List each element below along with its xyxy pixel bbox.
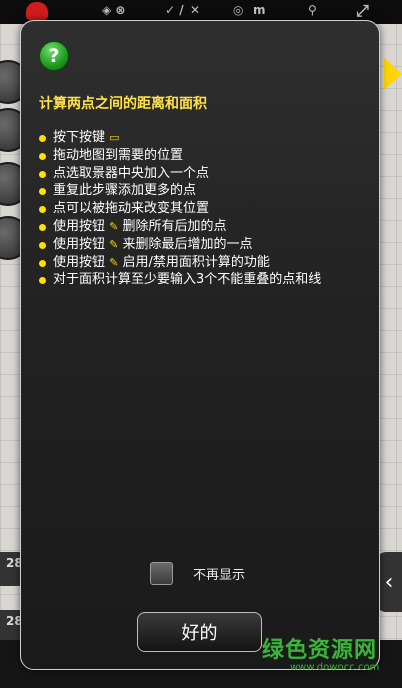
app-logo-icon	[26, 2, 48, 20]
unit-label: m	[253, 3, 266, 17]
list-item: 使用按钮 ✎ 来删除最后增加的一点	[39, 236, 359, 254]
instruction-list: 按下按键 ▭ 拖动地图到需要的位置 点选取景器中央加入一个点 重复此步骤添加更多…	[39, 129, 359, 289]
list-item: 按下按键 ▭	[39, 129, 359, 147]
check-slash-indicator: ✓ /	[165, 3, 184, 17]
watermark-url: www.downcc.com	[290, 662, 380, 673]
area-toggle-icon: ✎	[109, 255, 119, 269]
list-item: 拖动地图到需要的位置	[39, 147, 359, 165]
target-icon: ◎	[233, 3, 244, 17]
fullscreen-icon[interactable]: ⤢	[356, 1, 369, 21]
undo-last-icon: ✎	[109, 237, 119, 251]
list-item: 使用按钮 ✎ 启用/禁用面积计算的功能	[39, 254, 359, 272]
ruler-icon: ▭	[109, 131, 120, 144]
ok-button[interactable]: 好的	[137, 612, 262, 652]
question-mark-icon: ?	[39, 41, 69, 71]
list-item: 对于面积计算至少要输入3个不能重叠的点和线	[39, 271, 359, 289]
clear-all-icon: ✎	[109, 219, 119, 233]
satellite-icon: ✕	[190, 3, 201, 17]
dialog-title: 计算两点之间的距离和面积	[39, 96, 207, 112]
list-item: 点可以被拖动来改变其位置	[39, 200, 359, 218]
gps-icon: ◈ ⊗	[102, 3, 126, 17]
dont-show-again-row[interactable]: 不再显示	[150, 561, 245, 585]
list-item: 使用按钮 ✎ 删除所有后加的点	[39, 218, 359, 236]
expand-arrow-icon[interactable]	[384, 58, 402, 90]
search-icon[interactable]: ⚲	[308, 3, 317, 17]
dont-show-again-checkbox[interactable]	[150, 561, 173, 585]
list-item: 点选取景器中央加入一个点	[39, 165, 359, 183]
help-dialog: ? 计算两点之间的距离和面积 按下按键 ▭ 拖动地图到需要的位置 点选取景器中央…	[20, 20, 380, 670]
list-item: 重复此步骤添加更多的点	[39, 182, 359, 200]
dont-show-again-label: 不再显示	[193, 567, 246, 583]
watermark-logo: 绿色资源网	[262, 638, 378, 663]
